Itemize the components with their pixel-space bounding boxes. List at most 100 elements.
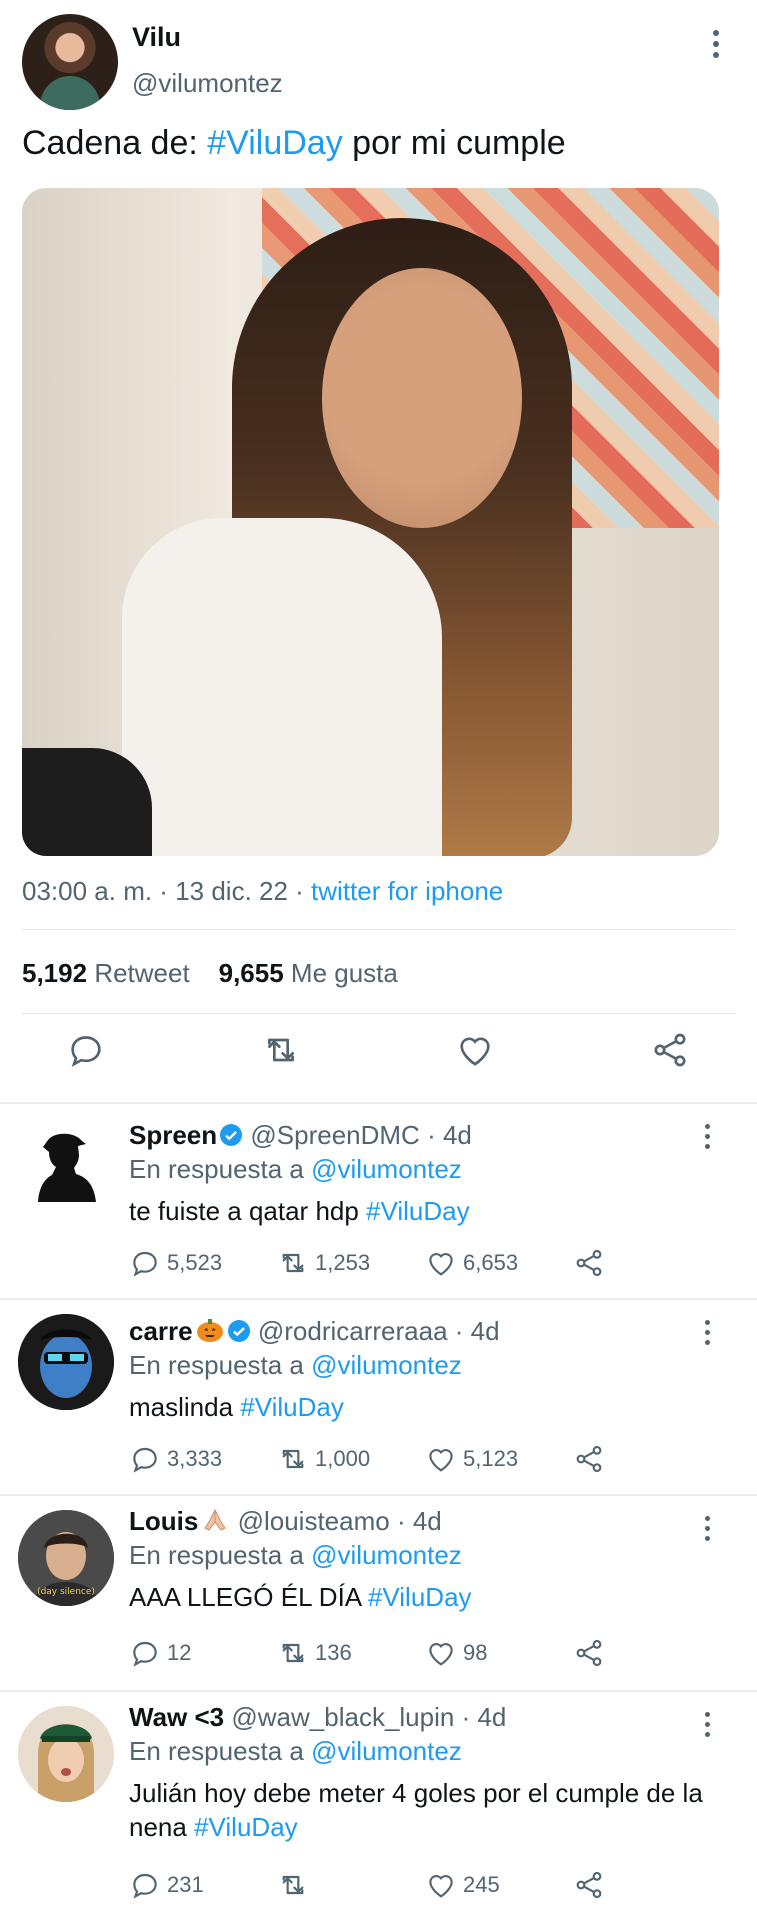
reply-context: En respuesta a @vilumontez: [129, 1350, 462, 1381]
author-name[interactable]: Vilu: [132, 22, 181, 53]
reply-header: carre @rodricarreraaa · 4d: [129, 1316, 500, 1346]
tweet-text-suffix: por mi cumple: [342, 124, 566, 162]
reply-tweet[interactable]: carre @rodricarreraaa · 4d En respuesta …: [0, 1300, 757, 1494]
share-button[interactable]: [573, 1636, 611, 1670]
avatar[interactable]: [18, 1314, 114, 1410]
reply-button[interactable]: 12: [129, 1636, 191, 1670]
more-options-icon[interactable]: [700, 1516, 714, 1546]
praying-hands-emoji-icon: [204, 1508, 227, 1531]
reply-tweet[interactable]: Waw <3 @waw_black_lupin · 4d En respuest…: [0, 1692, 757, 1920]
reply-text: AAA LLEGÓ ÉL DÍA #ViluDay: [129, 1580, 729, 1614]
reply-count: 12: [167, 1640, 192, 1665]
reply-icon: [133, 1251, 157, 1277]
reply-icon: [133, 1873, 157, 1899]
retweet-button[interactable]: 136: [277, 1636, 352, 1670]
retweet-button[interactable]: 1,000: [277, 1442, 370, 1476]
share-button[interactable]: [573, 1442, 611, 1476]
retweets-stat[interactable]: 5,192 Retweet: [22, 958, 190, 988]
more-options-icon[interactable]: [700, 1320, 714, 1350]
retweet-button[interactable]: 1,253: [277, 1246, 370, 1280]
reply-author-name[interactable]: Spreen: [129, 1120, 217, 1150]
like-button[interactable]: 245: [425, 1868, 500, 1902]
reply-button[interactable]: 3,333: [129, 1442, 222, 1476]
share-icon: [576, 1871, 602, 1899]
like-count: 6,653: [463, 1250, 519, 1275]
reply-tweet[interactable]: (day silence) Louis @louisteamo · 4d En …: [0, 1496, 757, 1690]
reply-author-name[interactable]: Louis: [129, 1506, 198, 1536]
reply-author-name[interactable]: Waw <3: [129, 1702, 224, 1732]
reply-author-handle[interactable]: @rodricarreraaa: [258, 1316, 448, 1346]
reply-text-body: maslinda: [129, 1392, 241, 1422]
hashtag-link[interactable]: #ViluDay: [366, 1196, 470, 1226]
retweet-count: 1,253: [315, 1250, 371, 1275]
reply-context-prefix: En respuesta a: [129, 1350, 312, 1380]
avatar[interactable]: [22, 14, 118, 110]
share-button[interactable]: [573, 1868, 611, 1902]
reply-button[interactable]: 231: [129, 1868, 204, 1902]
reply-age: 4d: [442, 1120, 472, 1150]
retweets-count: 5,192: [22, 958, 88, 988]
reply-author-handle[interactable]: @louisteamo: [238, 1506, 390, 1536]
retweet-icon: [282, 1875, 304, 1895]
author-handle[interactable]: @vilumontez: [132, 68, 283, 99]
reply-text-body: te fuiste a qatar hdp: [129, 1196, 367, 1226]
avatar[interactable]: (day silence): [18, 1510, 114, 1606]
reply-icon[interactable]: [66, 1030, 106, 1070]
reply-button[interactable]: 5,523: [129, 1246, 222, 1280]
hashtag-link[interactable]: #ViluDay: [194, 1812, 298, 1842]
like-icon: [429, 1449, 453, 1472]
reply-text: Julián hoy debe meter 4 goles por el cum…: [129, 1776, 729, 1844]
reply-tweet[interactable]: Spreen @SpreenDMC · 4d En respuesta a @v…: [0, 1104, 757, 1298]
likes-stat[interactable]: 9,655 Me gusta: [219, 958, 398, 988]
reply-text-body: AAA LLEGÓ ÉL DÍA: [129, 1582, 368, 1612]
reply-icon: [133, 1641, 157, 1667]
reply-context: En respuesta a @vilumontez: [129, 1736, 462, 1767]
retweet-icon: [282, 1643, 304, 1663]
pumpkin-emoji-icon: [196, 1319, 223, 1342]
reply-author-handle[interactable]: @SpreenDMC: [250, 1120, 419, 1150]
tweet-photo[interactable]: [22, 188, 719, 856]
divider: [22, 929, 735, 930]
like-button[interactable]: 98: [425, 1636, 487, 1670]
tweet-source[interactable]: twitter for iphone: [311, 876, 503, 906]
like-icon: [429, 1875, 453, 1898]
retweet-icon[interactable]: [261, 1030, 301, 1070]
reply-header: Louis @louisteamo · 4d: [129, 1506, 442, 1536]
avatar-caption: (day silence): [37, 1587, 95, 1597]
share-icon: [576, 1249, 602, 1277]
more-options-icon[interactable]: [700, 1124, 714, 1154]
mention-link[interactable]: @vilumontez: [311, 1154, 462, 1184]
main-tweet: Vilu @vilumontez Cadena de: #ViluDay por…: [0, 0, 757, 1103]
more-options-icon[interactable]: [700, 1712, 714, 1742]
reply-context-prefix: En respuesta a: [129, 1540, 312, 1570]
like-icon[interactable]: [455, 1030, 495, 1070]
mention-link[interactable]: @vilumontez: [311, 1736, 462, 1766]
reply-actions: 3,333 1,000 5,123: [129, 1442, 609, 1476]
reply-context-prefix: En respuesta a: [129, 1736, 312, 1766]
hashtag-link[interactable]: #ViluDay: [207, 124, 342, 162]
verified-badge-icon: [220, 1124, 243, 1146]
reply-age: 4d: [470, 1316, 500, 1346]
like-count: 245: [463, 1872, 500, 1897]
hashtag-link[interactable]: #ViluDay: [368, 1582, 472, 1612]
retweet-icon: [282, 1449, 304, 1469]
reply-author-handle[interactable]: @waw_black_lupin: [231, 1702, 454, 1732]
mention-link[interactable]: @vilumontez: [311, 1540, 462, 1570]
retweet-icon: [282, 1253, 304, 1273]
avatar[interactable]: [18, 1118, 114, 1214]
retweet-button[interactable]: [277, 1868, 315, 1902]
share-icon: [576, 1639, 602, 1667]
divider: [22, 1013, 735, 1014]
more-options-icon[interactable]: [706, 30, 726, 66]
share-icon[interactable]: [650, 1030, 690, 1070]
share-button[interactable]: [573, 1246, 611, 1280]
hashtag-link[interactable]: #ViluDay: [240, 1392, 344, 1422]
tweet-actions: [0, 1030, 757, 1086]
avatar[interactable]: [18, 1706, 114, 1802]
reply-author-name[interactable]: carre: [129, 1316, 193, 1346]
like-button[interactable]: 5,123: [425, 1442, 518, 1476]
reply-header: Spreen @SpreenDMC · 4d: [129, 1120, 472, 1150]
mention-link[interactable]: @vilumontez: [311, 1350, 462, 1380]
reply-age: 4d: [412, 1506, 442, 1536]
like-button[interactable]: 6,653: [425, 1246, 518, 1280]
